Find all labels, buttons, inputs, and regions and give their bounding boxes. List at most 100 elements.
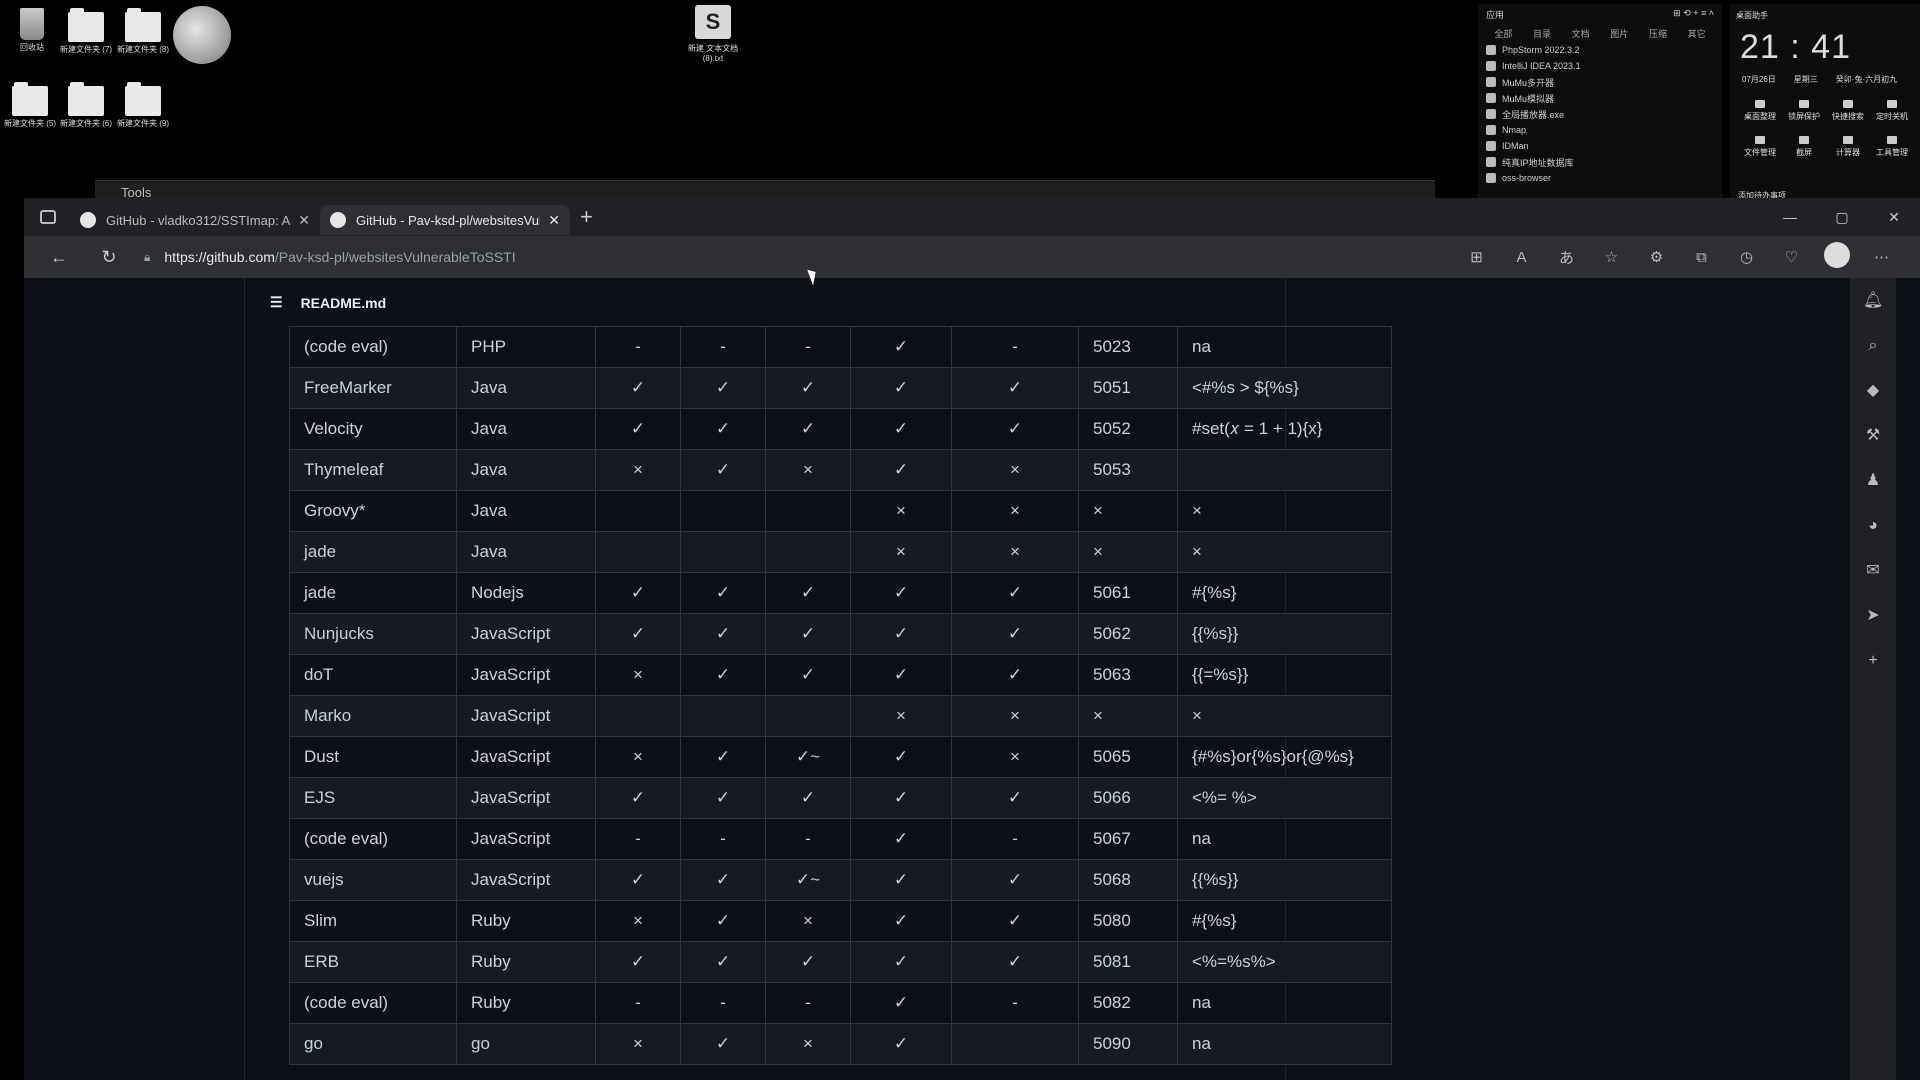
tab-bar: GitHub - vladko312/SSTImap: Au ✕ GitHub … [24, 198, 1920, 236]
table-cell: ✓ [595, 859, 681, 901]
tool-file-manager[interactable]: 文件管理 [1738, 136, 1782, 158]
app-item[interactable]: 全局播放器.exe [1478, 106, 1722, 122]
table-cell: ✓ [951, 367, 1079, 409]
table-cell [680, 490, 766, 532]
tab-sstimap[interactable]: GitHub - vladko312/SSTImap: Au ✕ [70, 205, 320, 235]
table-cell: JavaScript [456, 777, 596, 819]
send-icon[interactable]: ➤ [1850, 593, 1896, 638]
more-menu-icon[interactable]: ⋯ [1859, 248, 1904, 266]
apps-cat-zip[interactable]: 压缩 [1649, 27, 1667, 40]
close-tab-icon[interactable]: ✕ [548, 212, 560, 229]
tab-actions-icon[interactable] [40, 210, 56, 224]
office-icon[interactable]: ◕ [1850, 503, 1896, 548]
apps-widget-title: 应用 [1486, 10, 1505, 20]
tool-desktop-organize[interactable]: 桌面整理 [1738, 100, 1782, 122]
outline-list-icon[interactable]: ☰ [270, 294, 283, 311]
table-cell: × [951, 531, 1079, 573]
table-cell: #{%s} [1177, 900, 1392, 942]
clock-weekday: 星期三 [1793, 75, 1818, 84]
apps-cat-other[interactable]: 其它 [1688, 27, 1706, 40]
table-cell: - [951, 818, 1079, 860]
table-cell: - [765, 818, 851, 860]
desktop-icon-recycle-bin[interactable]: 回收站 [2, 8, 62, 53]
back-icon[interactable]: ← [44, 247, 74, 268]
page-content: ☰ README.md (code eval) PHP - - - ✓ -5023 na Fre… [24, 278, 1850, 1080]
desktop-icon-folder-8[interactable]: 新建文件夹 (8) [113, 8, 173, 55]
apps-cat-dir[interactable]: 目录 [1533, 27, 1551, 40]
desktop-icon-folder-6[interactable]: 新建文件夹 (6) [56, 82, 116, 129]
new-tab-button[interactable]: + [580, 204, 593, 230]
desktop-icon-folder-7[interactable]: 新建文件夹 (7) [56, 8, 116, 55]
table-cell: 5090 [1078, 1023, 1178, 1065]
tools-icon[interactable]: ⚒ [1850, 413, 1896, 458]
tool-calculator[interactable]: 计算器 [1826, 136, 1870, 158]
table-cell [765, 531, 851, 573]
table-cell: ✓ [680, 941, 766, 983]
desktop-icon-folder-5[interactable]: 新建文件夹 (5) [0, 82, 60, 129]
close-window-icon[interactable]: ✕ [1868, 209, 1920, 226]
table-cell: na [1177, 818, 1392, 860]
table-row: FreeMarker Java ✓ ✓ ✓ ✓ ✓ 5051 <#%s > ${%s} [289, 367, 1392, 409]
app-item[interactable]: Nmap [1478, 122, 1722, 138]
tool-lock-screen[interactable]: 锁屏保护 [1782, 100, 1826, 122]
collections-icon[interactable]: ⧉ [1679, 249, 1724, 266]
desktop-icon-folder-9[interactable]: 新建文件夹 (9) [113, 82, 173, 129]
read-aloud-icon[interactable]: A [1499, 249, 1544, 266]
table-cell [595, 531, 681, 573]
apps-cat-all[interactable]: 全部 [1494, 27, 1512, 40]
tool-timed-shutdown[interactable]: 定时关机 [1870, 100, 1914, 122]
app-icon [1486, 125, 1496, 135]
maximize-icon[interactable]: ▢ [1816, 209, 1868, 226]
app-item[interactable]: MuMu多开器 [1478, 74, 1722, 90]
profile-avatar[interactable] [1814, 242, 1859, 272]
table-cell: <%= %> [1177, 777, 1392, 819]
table-cell: {{%s}} [1177, 613, 1392, 655]
extensions-icon[interactable]: ⚙ [1634, 248, 1679, 266]
app-item[interactable]: IDMan [1478, 138, 1722, 154]
add-sidebar-item-icon[interactable]: + [1850, 638, 1896, 683]
app-item[interactable]: IntelliJ IDEA 2023.1 [1478, 58, 1722, 74]
app-item[interactable]: PhpStorm 2022.3.2 [1478, 42, 1722, 58]
apps-cat-img[interactable]: 图片 [1610, 27, 1628, 40]
refresh-icon[interactable]: ↻ [94, 247, 124, 268]
tool-screenshot[interactable]: 截屏 [1782, 136, 1826, 158]
tool-manager[interactable]: 工具管理 [1870, 136, 1914, 158]
search-icon[interactable]: ⌕ [1850, 323, 1896, 368]
recycle-bin-icon [20, 8, 44, 40]
history-icon[interactable]: ◷ [1724, 248, 1769, 266]
table-cell: Slim [289, 900, 457, 942]
translate-icon[interactable]: あ [1544, 247, 1589, 268]
app-item[interactable]: oss-browser [1478, 170, 1722, 186]
table-cell: (code eval) [289, 326, 457, 368]
app-available-icon[interactable]: ⊞ [1454, 248, 1499, 266]
url-field[interactable]: 🔒︎ https://github.com/Pav-ksd-pl/website… [144, 249, 516, 265]
tab-websites-vulnerable[interactable]: GitHub - Pav-ksd-pl/websitesVul ✕ [320, 205, 570, 235]
table-row: Slim Ruby × ✓ × ✓ ✓ 5080 #{%s} [289, 900, 1392, 942]
table-cell: JavaScript [456, 859, 596, 901]
table-cell: ✓ [595, 572, 681, 614]
tool-quick-search[interactable]: 快捷搜索 [1826, 100, 1870, 122]
table-cell: Java [456, 449, 596, 491]
shopping-icon[interactable]: ◆ [1850, 368, 1896, 413]
performance-icon[interactable]: ♡ [1769, 248, 1814, 266]
table-cell: Thymeleaf [289, 449, 457, 491]
table-cell [595, 490, 681, 532]
desktop-orb-icon[interactable] [173, 6, 231, 64]
minimize-icon[interactable]: — [1764, 209, 1816, 225]
table-cell: #{%s} [1177, 572, 1392, 614]
lock-icon[interactable]: 🔒︎ [144, 250, 150, 265]
table-cell: × [951, 490, 1079, 532]
readme-header: ☰ README.md [270, 294, 386, 311]
games-icon[interactable]: ♟ [1850, 458, 1896, 503]
desktop-icon-text-file[interactable]: S 新建 文本文档 (8).txt [680, 5, 746, 63]
app-item[interactable]: MuMu模拟器 [1478, 90, 1722, 106]
outlook-icon[interactable]: ✉ [1850, 548, 1896, 593]
table-cell: ✓ [680, 654, 766, 696]
app-item[interactable]: 纯真IP地址数据库 [1478, 154, 1722, 170]
widget-controls-icon[interactable]: ⊞ ⟲ + ≡ ˄ [1673, 8, 1714, 21]
favorite-icon[interactable]: ☆ [1589, 248, 1634, 266]
notifications-icon[interactable]: 🔔︎ [1850, 278, 1896, 323]
apps-cat-doc[interactable]: 文档 [1572, 27, 1590, 40]
close-tab-icon[interactable]: ✕ [298, 212, 310, 229]
table-cell: #set(𝑥 = 1 + 1){x} [1177, 408, 1392, 450]
